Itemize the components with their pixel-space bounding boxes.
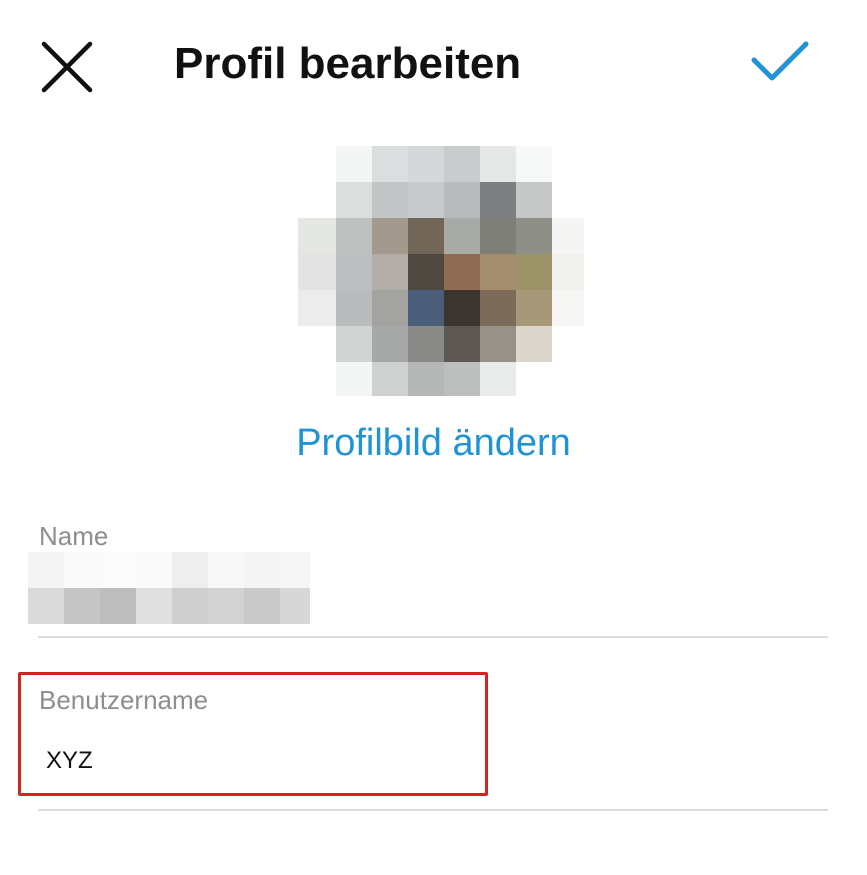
page-title: Profil bearbeiten xyxy=(174,39,522,88)
username-field[interactable]: Benutzername XYZ xyxy=(38,684,828,812)
name-label: Name xyxy=(39,521,109,551)
checkmark-icon xyxy=(751,41,809,81)
profile-avatar[interactable] xyxy=(298,146,584,396)
blurred-name-value xyxy=(28,552,310,624)
name-underline xyxy=(38,636,828,638)
change-profile-picture-link[interactable]: Profilbild ändern xyxy=(0,420,867,466)
top-bar: Profil bearbeiten xyxy=(0,0,867,130)
name-field[interactable]: Name xyxy=(28,520,828,638)
close-icon xyxy=(41,41,93,93)
username-label: Benutzername xyxy=(39,685,209,715)
confirm-button[interactable] xyxy=(748,36,812,90)
pixelated-avatar-image xyxy=(298,146,584,396)
username-value: XYZ xyxy=(46,747,93,774)
close-button[interactable] xyxy=(36,36,98,98)
username-underline xyxy=(38,809,828,811)
